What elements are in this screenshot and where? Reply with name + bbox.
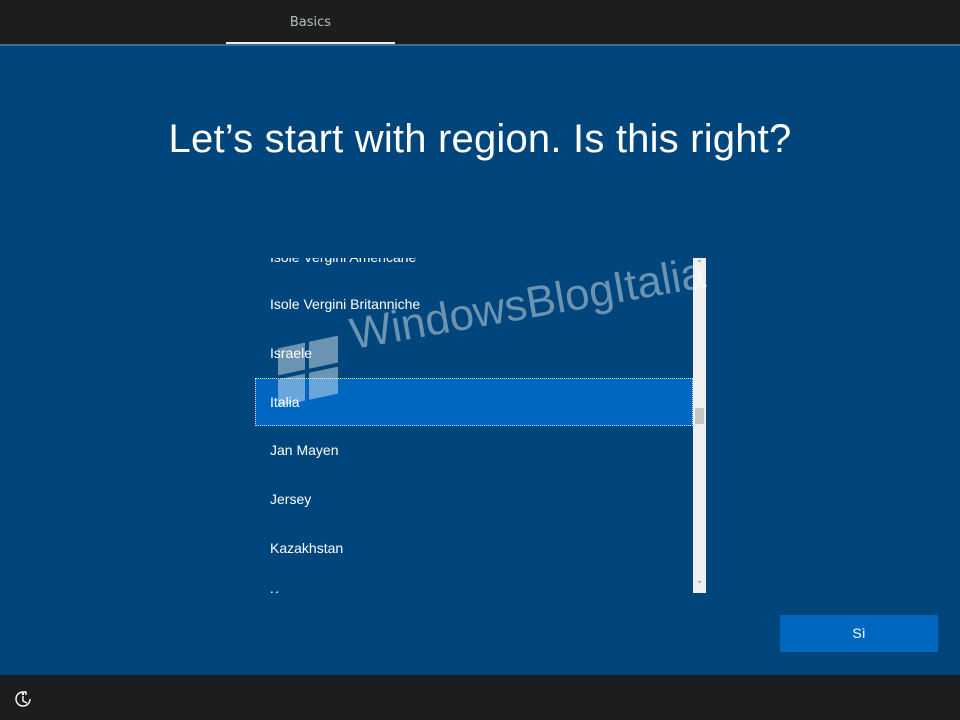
list-item-isole-vergini-britanniche[interactable]: Isole Vergini Britanniche (255, 280, 693, 328)
scroll-down-icon[interactable]: ˅ (693, 580, 706, 592)
list-item-italia[interactable]: Italia (255, 378, 693, 426)
tab-basics[interactable]: Basics (226, 0, 395, 44)
list-item-jan-mayen[interactable]: Jan Mayen (255, 426, 693, 474)
list-item-kenya[interactable]: Kenya (255, 572, 693, 593)
bottom-bar (0, 675, 960, 720)
list-item-jersey[interactable]: Jersey (255, 475, 693, 523)
list-scrollbar[interactable]: ˄ ˅ (693, 258, 706, 593)
yes-button[interactable]: Sì (780, 615, 938, 652)
list-item-isole-vergini-americane[interactable]: Isole Vergini Americane (255, 258, 693, 281)
list-item-kazakhstan[interactable]: Kazakhstan (255, 524, 693, 572)
top-bar: Basics (0, 0, 960, 45)
accessibility-icon[interactable] (13, 689, 33, 709)
page-title: Let’s start with region. Is this right? (168, 117, 792, 161)
scroll-thumb[interactable] (695, 408, 704, 424)
list-item-israele[interactable]: Israele (255, 329, 693, 377)
scroll-up-icon[interactable]: ˄ (693, 259, 706, 271)
region-list[interactable]: Isole Vergini Americane Isole Vergini Br… (255, 258, 706, 593)
